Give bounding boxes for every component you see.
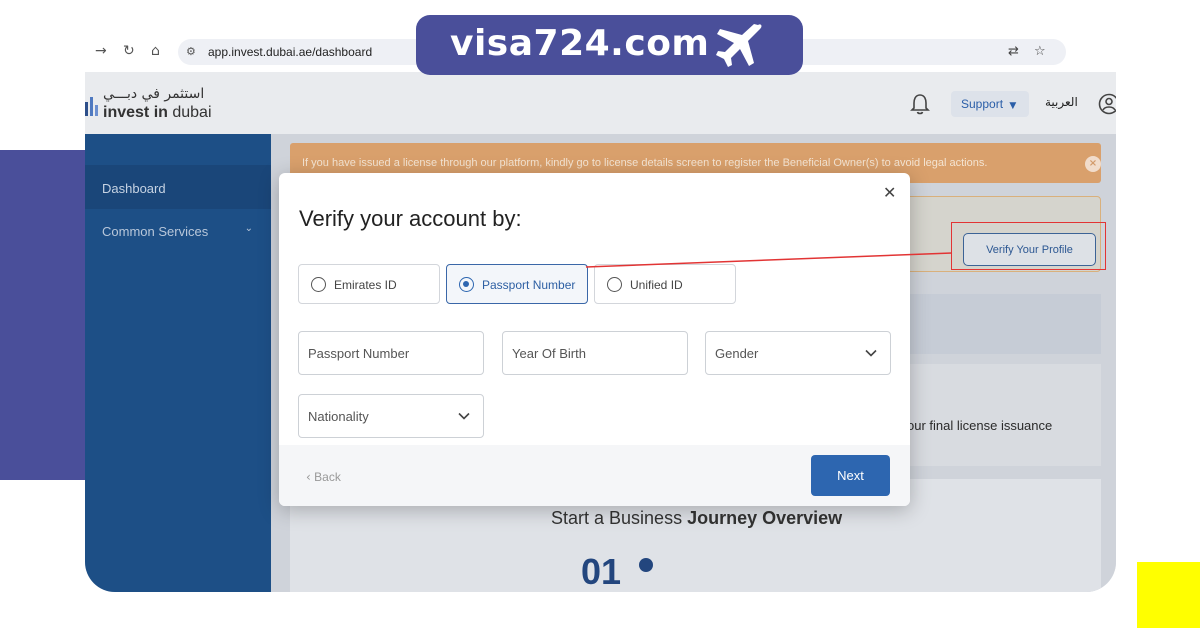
option-label: Emirates ID [334,278,397,292]
support-label: Support [961,97,1004,111]
sidebar-item-label: Common Services [102,224,209,239]
option-passport-number[interactable]: Passport Number [446,264,588,304]
annotation-highlight-box [951,222,1106,270]
site-info-icon[interactable]: ⚙ [186,45,196,58]
sidebar-item-label: Dashboard [102,181,166,196]
option-label: Passport Number [482,278,576,292]
screenshot-stage: → ↻ ⌂ ⚙ app.invest.dubai.ae/dashboard ⇄ … [0,0,1200,628]
step-number: 01 [581,551,622,592]
chevron-left-icon: ‹ [306,470,311,484]
next-button[interactable]: Next [811,455,890,496]
logo-arabic-text: استثمر في دبـــي [103,86,205,102]
radio-button[interactable] [607,277,622,292]
forward-icon[interactable]: → [95,43,107,59]
sidebar-item-common-services[interactable]: Common Services ⌄ [85,208,271,252]
gender-select[interactable]: Gender [705,331,891,375]
option-label: Unified ID [630,278,683,292]
sidebar-item-dashboard[interactable]: Dashboard [85,165,271,209]
logo-text: invest in dubai [103,104,212,121]
close-icon[interactable]: ✕ [883,183,896,202]
option-emirates-id[interactable]: Emirates ID [298,264,440,304]
info-text: our final license issuance [907,418,1053,433]
nationality-select[interactable]: Nationality [298,394,484,438]
chevron-down-icon [865,349,877,357]
brand-name: visa724.com [450,23,710,64]
translate-icon[interactable]: ⇄ [1008,44,1019,59]
bell-icon[interactable] [909,92,931,116]
modal-title: Verify your account by: [299,206,522,231]
year-of-birth-field[interactable]: Year Of Birth [502,331,688,375]
airplane-icon [716,24,762,67]
sidebar: Dashboard Common Services ⌄ ‹ [85,134,271,592]
reload-icon[interactable]: ↻ [123,43,135,59]
caret-down-icon: ▼ [1009,101,1017,111]
step-marker [639,558,653,572]
brand-badge: visa724.com [416,15,803,75]
decorative-left-bar [0,150,90,480]
back-button[interactable]: ‹ Back [306,470,341,484]
home-icon[interactable]: ⌂ [151,43,160,59]
overview-title: Start a Business Journey Overview [551,508,843,528]
app-header: استثمر في دبـــي invest in dubai Support… [85,72,1116,136]
bookmark-star-icon[interactable]: ☆ [1034,44,1046,59]
decorative-yellow-square [1137,562,1200,628]
language-toggle[interactable]: العربية [1045,95,1078,109]
passport-number-field[interactable]: Passport Number [298,331,484,375]
user-avatar-icon[interactable] [1098,93,1116,115]
support-dropdown[interactable]: Support ▼ [951,91,1029,117]
close-icon[interactable]: × [1085,156,1101,172]
url-text[interactable]: app.invest.dubai.ae/dashboard [208,45,372,59]
radio-button-selected[interactable] [459,277,474,292]
field-placeholder: Nationality [308,409,369,424]
field-placeholder: Year Of Birth [512,346,586,361]
alert-text: If you have issued a license through our… [302,157,988,169]
option-unified-id[interactable]: Unified ID [594,264,736,304]
field-placeholder: Gender [715,346,759,361]
radio-button[interactable] [311,277,326,292]
chevron-down-icon: ⌄ [244,223,253,234]
field-placeholder: Passport Number [308,346,410,361]
verify-account-modal: Verify your account by: ✕ Emirates ID Pa… [279,173,910,506]
modal-footer: ‹ Back Next [279,445,910,506]
chevron-down-icon [458,412,470,420]
invest-dubai-logo-icon [85,97,98,116]
